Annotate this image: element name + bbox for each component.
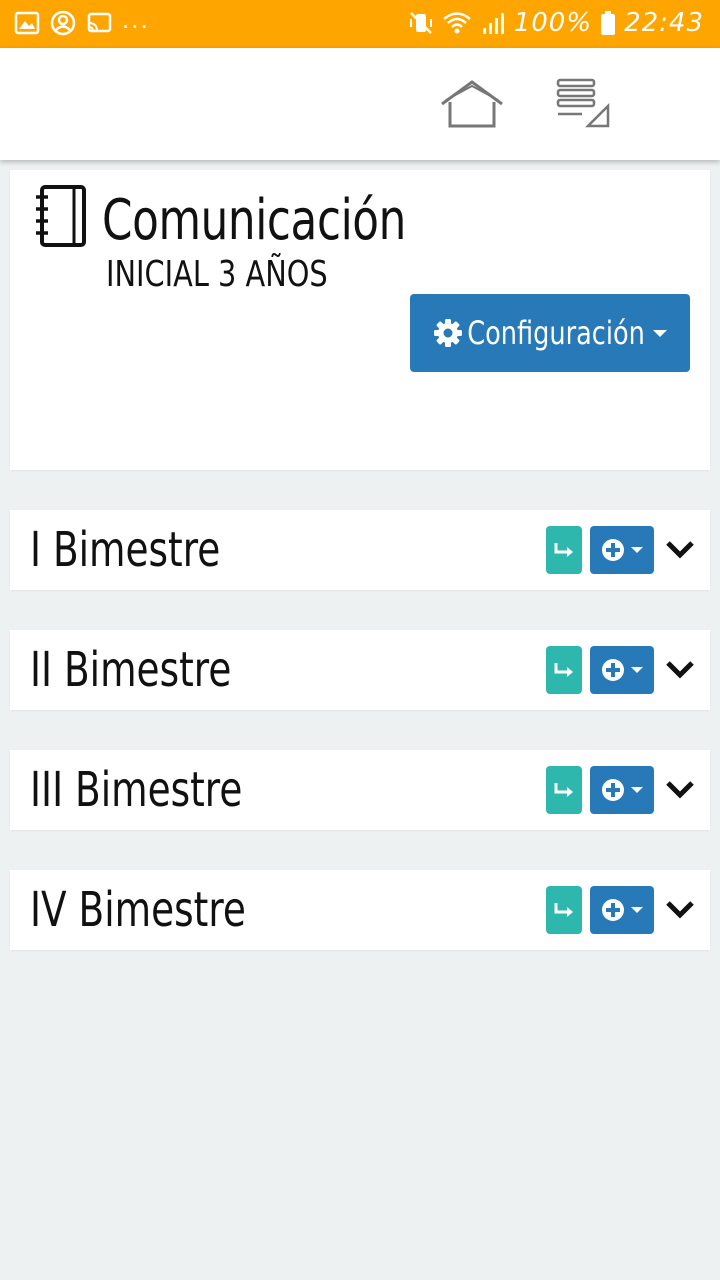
bimestre-title: III Bimestre xyxy=(30,762,243,818)
go-button[interactable] xyxy=(546,646,582,694)
notification-overflow: ... xyxy=(122,3,150,34)
cast-icon xyxy=(87,12,112,33)
chevron-down-icon[interactable] xyxy=(664,536,696,564)
arrow-return-icon xyxy=(554,663,573,677)
status-right: 100% 22:43 xyxy=(408,8,704,38)
caret-down-icon xyxy=(631,547,643,553)
vibrate-mute-icon xyxy=(409,12,432,34)
arrow-return-icon xyxy=(554,783,573,797)
config-dropdown-button[interactable]: Configuración xyxy=(410,294,690,372)
bimestre-panel[interactable]: III Bimestre xyxy=(10,750,710,830)
arrow-return-icon xyxy=(554,903,573,917)
bimestre-title: IV Bimestre xyxy=(30,882,246,938)
home-icon[interactable] xyxy=(440,78,504,130)
bimestre-panel[interactable]: I Bimestre xyxy=(10,510,710,590)
bimestre-panel[interactable]: IV Bimestre xyxy=(10,870,710,950)
clock: 22:43 xyxy=(624,8,704,38)
app-header xyxy=(0,48,720,160)
caret-down-icon xyxy=(631,667,643,673)
config-button-label: Configuración xyxy=(467,314,645,352)
caret-down-icon xyxy=(631,787,643,793)
arrow-return-icon xyxy=(554,543,573,557)
add-dropdown-button[interactable] xyxy=(590,766,654,814)
add-dropdown-button[interactable] xyxy=(590,526,654,574)
battery-percent: 100% xyxy=(513,8,593,38)
caret-down-icon xyxy=(653,329,668,337)
add-dropdown-button[interactable] xyxy=(590,646,654,694)
plus-circle-icon xyxy=(602,779,624,801)
bimestre-title: II Bimestre xyxy=(30,642,232,698)
image-icon xyxy=(14,11,40,35)
account-circle-icon xyxy=(50,10,76,36)
chevron-down-icon[interactable] xyxy=(664,896,696,924)
go-button[interactable] xyxy=(546,886,582,934)
bimestre-panel[interactable]: II Bimestre xyxy=(10,630,710,710)
caret-down-icon xyxy=(631,907,643,913)
status-bar: ... 100% 22:43 xyxy=(0,0,720,48)
wifi-icon xyxy=(442,12,471,34)
signal-icon xyxy=(482,13,504,34)
notebook-icon xyxy=(36,185,86,247)
plus-circle-icon xyxy=(602,659,624,681)
plus-circle-icon xyxy=(602,899,624,921)
go-button[interactable] xyxy=(546,766,582,814)
course-level: INICIAL 3 AÑOS xyxy=(106,254,328,295)
go-button[interactable] xyxy=(546,526,582,574)
battery-icon xyxy=(601,11,616,35)
status-left: ... xyxy=(14,4,150,36)
chevron-down-icon[interactable] xyxy=(664,776,696,804)
add-dropdown-button[interactable] xyxy=(590,886,654,934)
course-title: Comunicación xyxy=(102,188,406,253)
course-header-card: Comunicación INICIAL 3 AÑOS Configuració… xyxy=(10,170,710,470)
bimestre-title: I Bimestre xyxy=(30,522,221,578)
chevron-down-icon[interactable] xyxy=(664,656,696,684)
plus-circle-icon xyxy=(602,539,624,561)
menu-list-icon[interactable] xyxy=(554,76,614,132)
gear-icon xyxy=(433,319,462,347)
